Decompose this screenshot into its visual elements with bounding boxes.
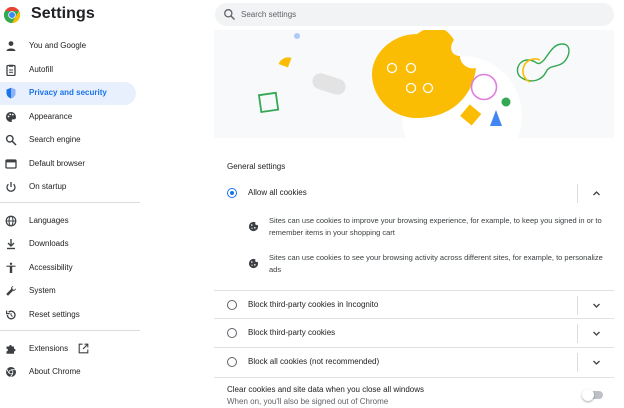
person-icon	[6, 41, 16, 51]
option-block-third-party[interactable]: Block third-party cookies	[214, 322, 614, 344]
sidebar-item-label: Languages	[29, 216, 69, 225]
detail-text-personalize-ads: Sites can use cookies to see your browsi…	[269, 253, 603, 274]
chrome-logo-icon	[4, 7, 20, 23]
detail-text-signed-in: Sites can use cookies to improve your br…	[269, 216, 602, 237]
sidebar-item-label: About Chrome	[29, 367, 81, 376]
cookie-icon	[248, 258, 259, 269]
palette-icon	[6, 112, 16, 122]
row-divider	[214, 318, 614, 319]
browser-icon	[5, 159, 17, 169]
sidebar-item-languages[interactable]: Languages	[0, 210, 136, 233]
sidebar-item-label: Downloads	[29, 239, 69, 248]
chevron-down-icon[interactable]	[592, 301, 601, 310]
wrench-icon	[6, 286, 16, 296]
sidebar-divider	[0, 202, 140, 203]
sidebar-item-you-and-google[interactable]: You and Google	[0, 35, 136, 58]
general-settings-heading: General settings	[227, 162, 286, 171]
sidebar-item-privacy-and-security[interactable]: Privacy and security	[0, 82, 136, 105]
puzzle-icon	[6, 345, 16, 354]
reset-icon	[6, 310, 16, 320]
sidebar-item-on-startup[interactable]: On startup	[0, 176, 136, 199]
radio-block-third-party-incognito[interactable]	[227, 300, 237, 310]
cookies-illustration-graphic	[257, 30, 570, 138]
option-label: Allow all cookies	[248, 188, 307, 197]
sidebar-item-downloads[interactable]: Downloads	[0, 233, 136, 256]
row-divider	[214, 347, 614, 348]
sidebar-item-label: On startup	[29, 182, 67, 191]
search-icon	[5, 134, 17, 146]
shield-icon	[6, 87, 16, 99]
clipboard-icon	[6, 64, 16, 76]
search-bar[interactable]	[215, 3, 614, 26]
power-icon	[6, 182, 16, 192]
sidebar-divider	[0, 330, 140, 331]
top-bar: Settings	[0, 0, 624, 30]
row-separator	[577, 324, 578, 343]
clear-on-exit-title: Clear cookies and site data when you clo…	[227, 385, 424, 394]
sidebar-nav: You and Google Autofill Privacy and secu…	[0, 32, 145, 408]
clear-on-exit-toggle[interactable]	[582, 389, 603, 401]
sidebar-item-label: Autofill	[29, 65, 54, 74]
sidebar-item-label: You and Google	[29, 41, 87, 50]
app-title: Settings	[31, 5, 95, 22]
cookies-illustration	[214, 30, 614, 138]
external-link-icon	[78, 343, 89, 354]
radio-allow-all-cookies[interactable]	[227, 188, 237, 198]
option-block-all-cookies[interactable]: Block all cookies (not recommended)	[214, 351, 614, 373]
sidebar-item-label: Search engine	[29, 135, 81, 144]
chevron-down-icon[interactable]	[592, 358, 601, 367]
row-divider	[214, 290, 614, 291]
search-input[interactable]	[241, 6, 601, 23]
row-separator	[577, 353, 578, 372]
option-label: Block third-party cookies	[248, 328, 336, 337]
row-separator	[577, 296, 578, 315]
option-allow-all-cookies[interactable]: Allow all cookies	[214, 182, 614, 204]
option-block-third-party-incognito[interactable]: Block third-party cookies in Incognito	[214, 294, 614, 316]
sidebar-item-label: Extensions	[29, 344, 69, 353]
sidebar-item-label: Appearance	[29, 112, 73, 121]
download-icon	[7, 239, 15, 250]
clear-on-exit-subtitle: When on, you'll also be signed out of Ch…	[227, 397, 389, 406]
sidebar-item-system[interactable]: System	[0, 280, 136, 303]
sidebar-item-label: Default browser	[29, 159, 86, 168]
sidebar-item-autofill[interactable]: Autofill	[0, 59, 136, 82]
sidebar-item-label: Accessibility	[29, 263, 73, 272]
sidebar-item-extensions[interactable]: Extensions	[0, 338, 136, 361]
sidebar-item-accessibility[interactable]: Accessibility	[0, 257, 136, 280]
option-label: Block all cookies (not recommended)	[248, 357, 380, 366]
cookie-icon	[248, 221, 259, 232]
chevron-down-icon[interactable]	[592, 329, 601, 338]
radio-block-all-cookies[interactable]	[227, 357, 237, 367]
row-separator	[577, 184, 578, 203]
option-label: Block third-party cookies in Incognito	[248, 300, 379, 309]
sidebar-item-label: System	[29, 286, 56, 295]
search-icon	[224, 9, 235, 20]
chrome-icon	[6, 367, 16, 378]
sidebar-item-reset-settings[interactable]: Reset settings	[0, 304, 136, 327]
radio-block-third-party[interactable]	[227, 328, 237, 338]
chevron-up-icon[interactable]	[592, 189, 601, 198]
sidebar-item-search-engine[interactable]: Search engine	[0, 129, 136, 152]
sidebar-item-label: Privacy and security	[29, 88, 107, 97]
row-divider	[214, 377, 614, 378]
sidebar-item-label: Reset settings	[29, 310, 80, 319]
sidebar-item-default-browser[interactable]: Default browser	[0, 153, 136, 176]
accessibility-icon	[6, 262, 16, 273]
sidebar-item-appearance[interactable]: Appearance	[0, 106, 136, 129]
globe-icon	[5, 215, 17, 227]
sidebar-item-about-chrome[interactable]: About Chrome	[0, 361, 136, 384]
